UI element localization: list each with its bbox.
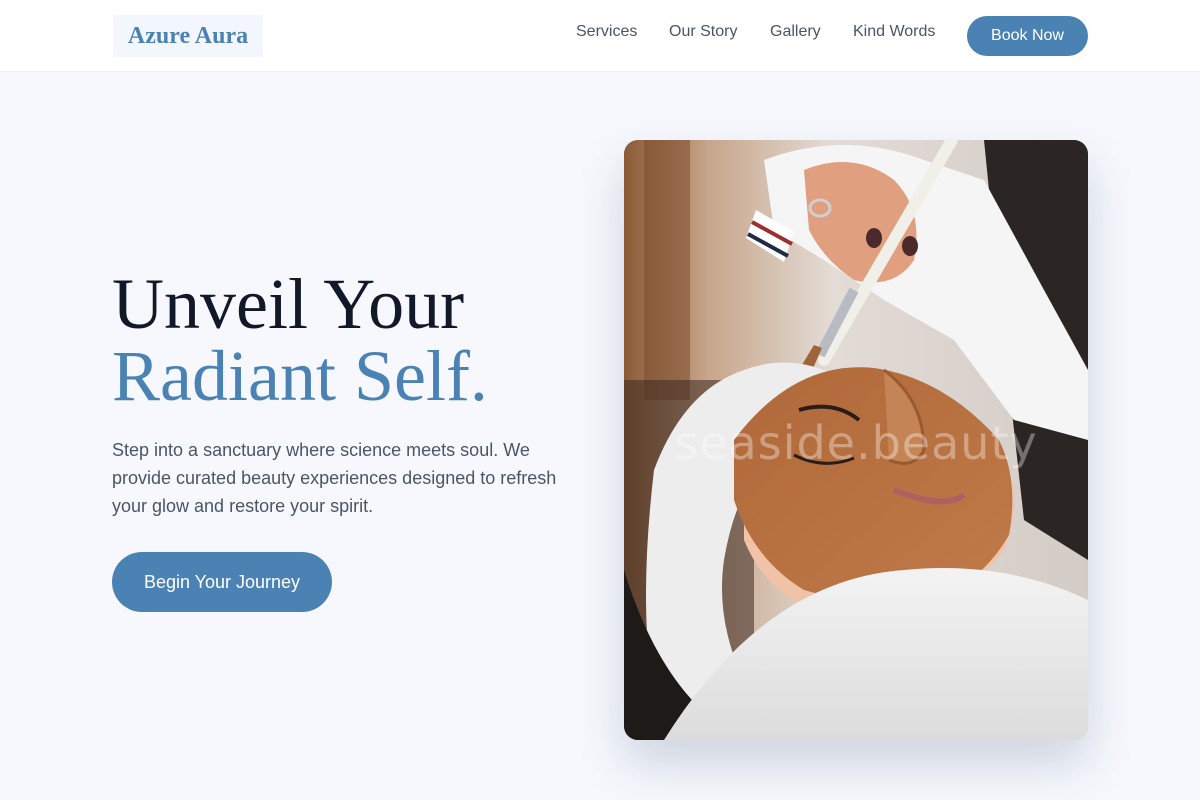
hero-image: seaside.beauty <box>624 140 1088 740</box>
nav-link-services[interactable]: Services <box>576 23 637 41</box>
begin-journey-button[interactable]: Begin Your Journey <box>112 552 332 612</box>
hero-headline-line-2: Radiant Self. <box>112 336 488 416</box>
nav-link-our-story[interactable]: Our Story <box>669 23 737 41</box>
hero-headline: Unveil Your Radiant Self. <box>112 268 488 412</box>
book-now-button[interactable]: Book Now <box>967 16 1088 56</box>
hero-intro-text: Step into a sanctuary where science meet… <box>112 440 557 516</box>
site-header: Azure Aura Services Our Story Gallery Ki… <box>0 0 1200 72</box>
image-watermark: seaside.beauty <box>674 416 1038 470</box>
hero-headline-line-1: Unveil Your <box>112 264 465 344</box>
nav-link-kind-words[interactable]: Kind Words <box>853 23 935 41</box>
nav-link-gallery[interactable]: Gallery <box>770 23 821 41</box>
